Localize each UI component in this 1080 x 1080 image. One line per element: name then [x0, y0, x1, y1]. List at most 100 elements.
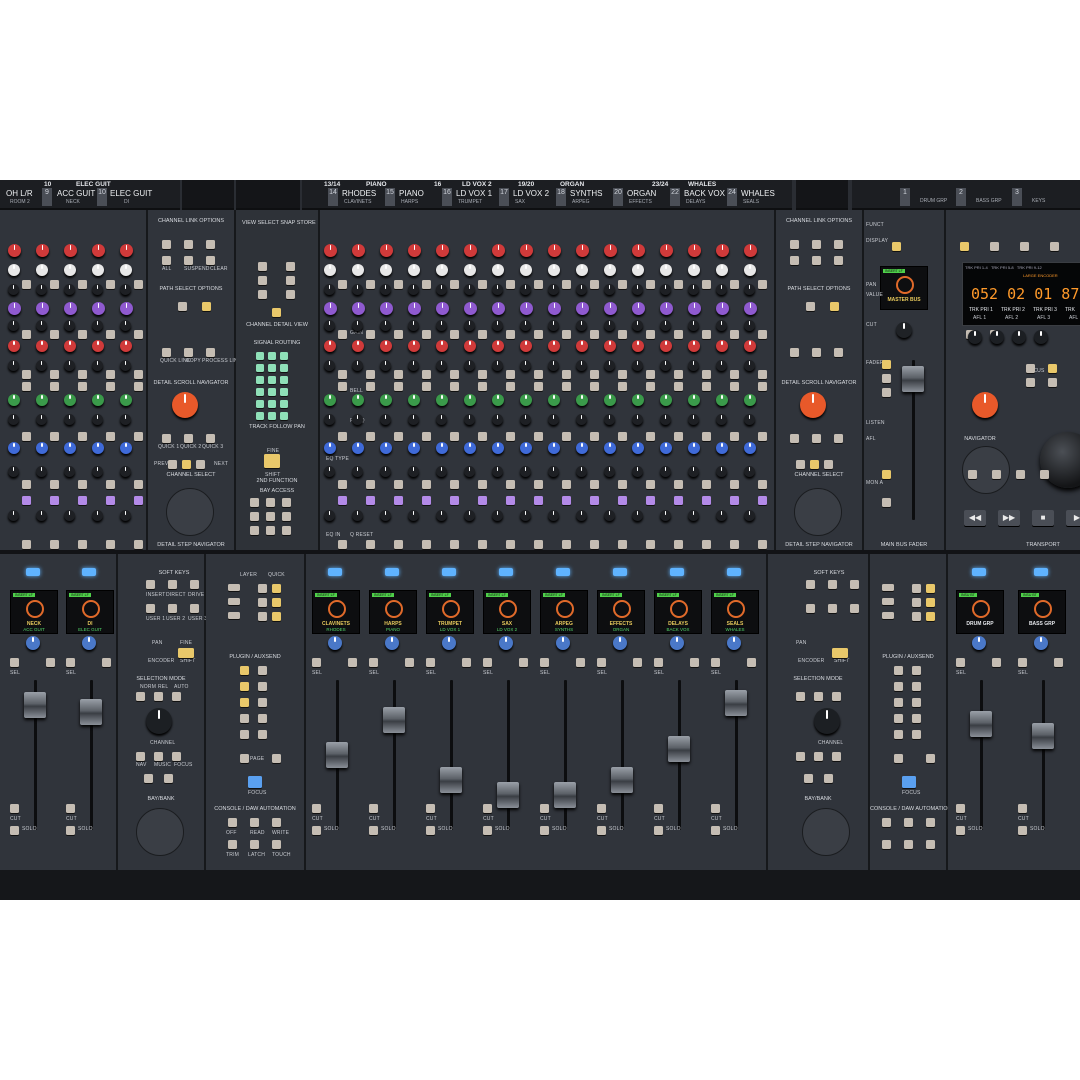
- channel-knob[interactable]: [64, 360, 75, 371]
- channel-knob[interactable]: [436, 360, 447, 371]
- channel-knob[interactable]: [8, 442, 20, 454]
- channel-button[interactable]: [50, 480, 59, 489]
- quick-button[interactable]: [272, 584, 281, 593]
- channel-button[interactable]: [366, 496, 375, 505]
- strip-button[interactable]: [1054, 658, 1063, 667]
- channel-knob[interactable]: [520, 510, 531, 521]
- channel-knob[interactable]: [744, 302, 757, 315]
- channel-knob[interactable]: [716, 442, 728, 454]
- strip-solo-button[interactable]: [1018, 826, 1027, 835]
- channel-button[interactable]: [22, 382, 31, 391]
- strip-button[interactable]: [102, 658, 111, 667]
- soft-key-button[interactable]: [146, 604, 155, 613]
- channel-button[interactable]: [590, 480, 599, 489]
- bay-access-button[interactable]: [266, 498, 275, 507]
- channel-button[interactable]: [422, 496, 431, 505]
- channel-button[interactable]: [422, 280, 431, 289]
- channel-knob[interactable]: [632, 414, 643, 425]
- channel-knob[interactable]: [548, 264, 560, 276]
- soft-key-button[interactable]: [168, 580, 177, 589]
- channel-knob[interactable]: [324, 340, 336, 352]
- channel-button[interactable]: [450, 480, 459, 489]
- channel-knob[interactable]: [408, 442, 420, 454]
- channel-knob[interactable]: [688, 414, 699, 425]
- channel-button[interactable]: [134, 540, 143, 549]
- transport-panel-button[interactable]: [1048, 364, 1057, 373]
- channel-button[interactable]: [618, 280, 627, 289]
- channel-knob[interactable]: [408, 394, 420, 406]
- layer-button[interactable]: [882, 612, 894, 619]
- channel-knob[interactable]: [660, 284, 671, 295]
- soft-key-button[interactable]: [850, 604, 859, 613]
- channel-knob[interactable]: [632, 340, 644, 352]
- channel-button[interactable]: [730, 280, 739, 289]
- strip-select-led[interactable]: [972, 568, 986, 576]
- link-button[interactable]: [812, 240, 821, 249]
- strip-button[interactable]: [992, 658, 1001, 667]
- automation-button[interactable]: [272, 840, 281, 849]
- plugin-auxsend-button[interactable]: [894, 730, 903, 739]
- channel-knob[interactable]: [744, 264, 756, 276]
- soft-key-button[interactable]: [850, 580, 859, 589]
- channel-button[interactable]: [50, 370, 59, 379]
- channel-knob[interactable]: [352, 360, 363, 371]
- strip-solo-button[interactable]: [540, 826, 549, 835]
- channel-knob[interactable]: [92, 414, 103, 425]
- channel-knob[interactable]: [632, 244, 645, 257]
- next-button[interactable]: [196, 460, 205, 469]
- channel-button[interactable]: [702, 480, 711, 489]
- channel-knob[interactable]: [92, 510, 103, 521]
- channel-button[interactable]: [338, 382, 347, 391]
- transport-small-button[interactable]: [1016, 470, 1025, 479]
- channel-knob[interactable]: [576, 302, 589, 315]
- plugin-auxsend-button[interactable]: [912, 698, 921, 707]
- channel-button[interactable]: [106, 280, 115, 289]
- plugin-auxsend-button[interactable]: [912, 730, 921, 739]
- channel-knob[interactable]: [688, 360, 699, 371]
- strip-sel-button[interactable]: [312, 658, 321, 667]
- channel-knob[interactable]: [36, 394, 48, 406]
- quick-button[interactable]: [184, 434, 193, 443]
- channel-fader[interactable]: [554, 781, 576, 808]
- channel-button[interactable]: [730, 370, 739, 379]
- strip-button[interactable]: [348, 658, 357, 667]
- channel-knob[interactable]: [576, 394, 588, 406]
- strip-select-led[interactable]: [328, 568, 342, 576]
- strip-select-led[interactable]: [1034, 568, 1048, 576]
- channel-button[interactable]: [534, 480, 543, 489]
- plugin-auxsend-button[interactable]: [258, 698, 267, 707]
- channel-knob[interactable]: [548, 320, 559, 331]
- channel-button[interactable]: [78, 330, 87, 339]
- bank-left-button[interactable]: [804, 774, 813, 783]
- channel-knob[interactable]: [660, 360, 671, 371]
- channel-knob[interactable]: [492, 340, 504, 352]
- bay-access-button[interactable]: [250, 498, 259, 507]
- plugin-auxsend-button[interactable]: [258, 666, 267, 675]
- plugin-auxsend-button[interactable]: [894, 682, 903, 691]
- channel-button[interactable]: [506, 382, 515, 391]
- master-button[interactable]: [882, 498, 891, 507]
- signal-routing-button[interactable]: [256, 376, 264, 384]
- channel-knob[interactable]: [632, 320, 643, 331]
- rewind-button[interactable]: ◀◀: [964, 510, 986, 526]
- channel-knob[interactable]: [604, 264, 616, 276]
- channel-knob[interactable]: [408, 360, 419, 371]
- channel-knob[interactable]: [352, 302, 365, 315]
- channel-button[interactable]: [758, 280, 767, 289]
- channel-button[interactable]: [618, 540, 627, 549]
- channel-knob[interactable]: [380, 244, 393, 257]
- channel-button[interactable]: [562, 496, 571, 505]
- channel-knob[interactable]: [64, 466, 75, 477]
- channel-knob[interactable]: [436, 414, 447, 425]
- channel-button[interactable]: [562, 330, 571, 339]
- signal-routing-button[interactable]: [256, 400, 264, 408]
- channel-knob[interactable]: [64, 414, 75, 425]
- channel-knob[interactable]: [324, 442, 336, 454]
- channel-button[interactable]: [702, 280, 711, 289]
- path-button[interactable]: [834, 348, 843, 357]
- quick-button[interactable]: [272, 598, 281, 607]
- layer-button[interactable]: [882, 598, 894, 605]
- channel-knob[interactable]: [604, 394, 616, 406]
- channel-knob[interactable]: [492, 284, 503, 295]
- strip-cut-button[interactable]: [312, 804, 321, 813]
